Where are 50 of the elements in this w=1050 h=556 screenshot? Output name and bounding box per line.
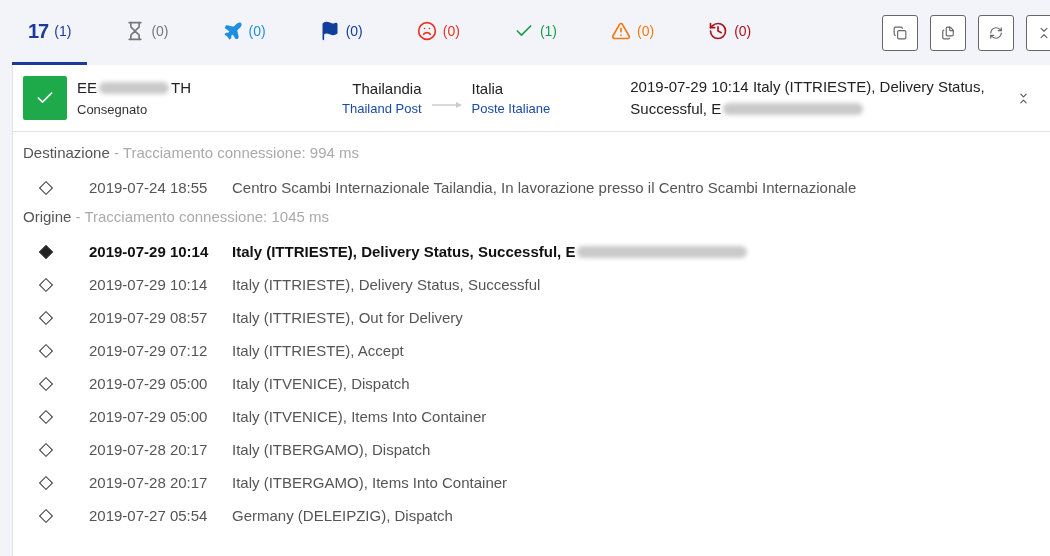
history-icon bbox=[708, 21, 729, 41]
latest-event: 2019-07-29 10:14 Italy (ITTRIESTE), Delivery Status, bbox=[630, 77, 985, 97]
event-description: Italy (ITVENICE), Dispatch bbox=[232, 375, 410, 392]
event-time: 2019-07-29 05:00 bbox=[89, 375, 209, 392]
section-title: Destinazione - Tracciamento connessione: 994 ms bbox=[23, 144, 360, 161]
logo: 17 bbox=[28, 19, 49, 43]
warning-icon bbox=[611, 21, 631, 41]
sad-face-icon bbox=[416, 21, 437, 41]
tracking-number: EE bbox=[77, 79, 97, 96]
collapse-icon[interactable] bbox=[1017, 91, 1030, 105]
copy-button[interactable] bbox=[930, 14, 966, 51]
event-description: Italy (ITTRIESTE), Accept bbox=[232, 342, 404, 359]
shipment-header[interactable]: EE TH Consegnato Thailandia Thailand Post Italia Poste Italiane 2019-07-29 10:14 Italy (ITTRIESTE), Delivery Status, Successful, E bbox=[13, 65, 1050, 132]
event-time: 2019-07-29 10:14 bbox=[89, 243, 210, 260]
event-time: 2019-07-29 05:00 bbox=[89, 408, 209, 425]
status-tab[interactable]: (0) bbox=[692, 0, 768, 65]
event-time: 2019-07-29 07:12 bbox=[89, 342, 209, 359]
event-description: Italy (ITBERGAMO), Dispatch bbox=[232, 441, 431, 458]
event-time: 2019-07-29 10:14 bbox=[89, 276, 209, 293]
refresh-icon bbox=[989, 25, 1003, 40]
collapse-icon bbox=[1037, 25, 1050, 40]
tracking-number: TH bbox=[171, 79, 191, 96]
origin-country: Thailandia bbox=[352, 80, 422, 97]
latest-event: Successful, E bbox=[630, 99, 722, 119]
destination-country: Italia bbox=[471, 80, 504, 97]
documents-icon bbox=[941, 25, 955, 40]
airplane-icon bbox=[222, 21, 243, 41]
event-description: Italy (ITVENICE), Items Into Container bbox=[232, 408, 487, 425]
event-description: Centro Scambi Internazionale Tailandia, In lavorazione presso il Centro Scambi Internazionale bbox=[232, 179, 857, 196]
event-description: Italy (ITTRIESTE), Out for Delivery bbox=[232, 309, 463, 326]
carrier-link[interactable]: Poste Italiane bbox=[471, 101, 551, 116]
section-title: Origine - Tracciamento connessione: 1045 ms bbox=[23, 208, 330, 225]
carrier-link[interactable]: Thailand Post bbox=[342, 101, 422, 116]
status-tab[interactable]: (0) bbox=[109, 0, 185, 65]
event-description: Italy (ITTRIESTE), Delivery Status, Successful, E bbox=[232, 243, 576, 260]
event-description: Italy (ITTRIESTE), Delivery Status, Successful bbox=[232, 276, 541, 293]
event-time: 2019-07-28 20:17 bbox=[89, 441, 209, 458]
event-time: 2019-07-24 18:55 bbox=[89, 179, 209, 196]
redaction-mark bbox=[99, 81, 169, 94]
event-time: 2019-07-28 20:17 bbox=[89, 474, 209, 491]
event-description: Germany (DELEIPZIG), Dispatch bbox=[232, 507, 453, 524]
refresh-button[interactable] bbox=[978, 14, 1014, 51]
event-time: 2019-07-29 08:57 bbox=[89, 309, 209, 326]
event-time: 2019-07-27 05:54 bbox=[89, 507, 209, 524]
event-description: Italy (ITBERGAMO), Items Into Container bbox=[232, 474, 508, 491]
status-tab[interactable]: (0) bbox=[303, 0, 379, 65]
copy-button[interactable] bbox=[882, 14, 918, 51]
status-label: Consegnato bbox=[77, 102, 149, 117]
copy-icon bbox=[893, 25, 907, 40]
status-tab[interactable]: (0) bbox=[400, 0, 476, 65]
